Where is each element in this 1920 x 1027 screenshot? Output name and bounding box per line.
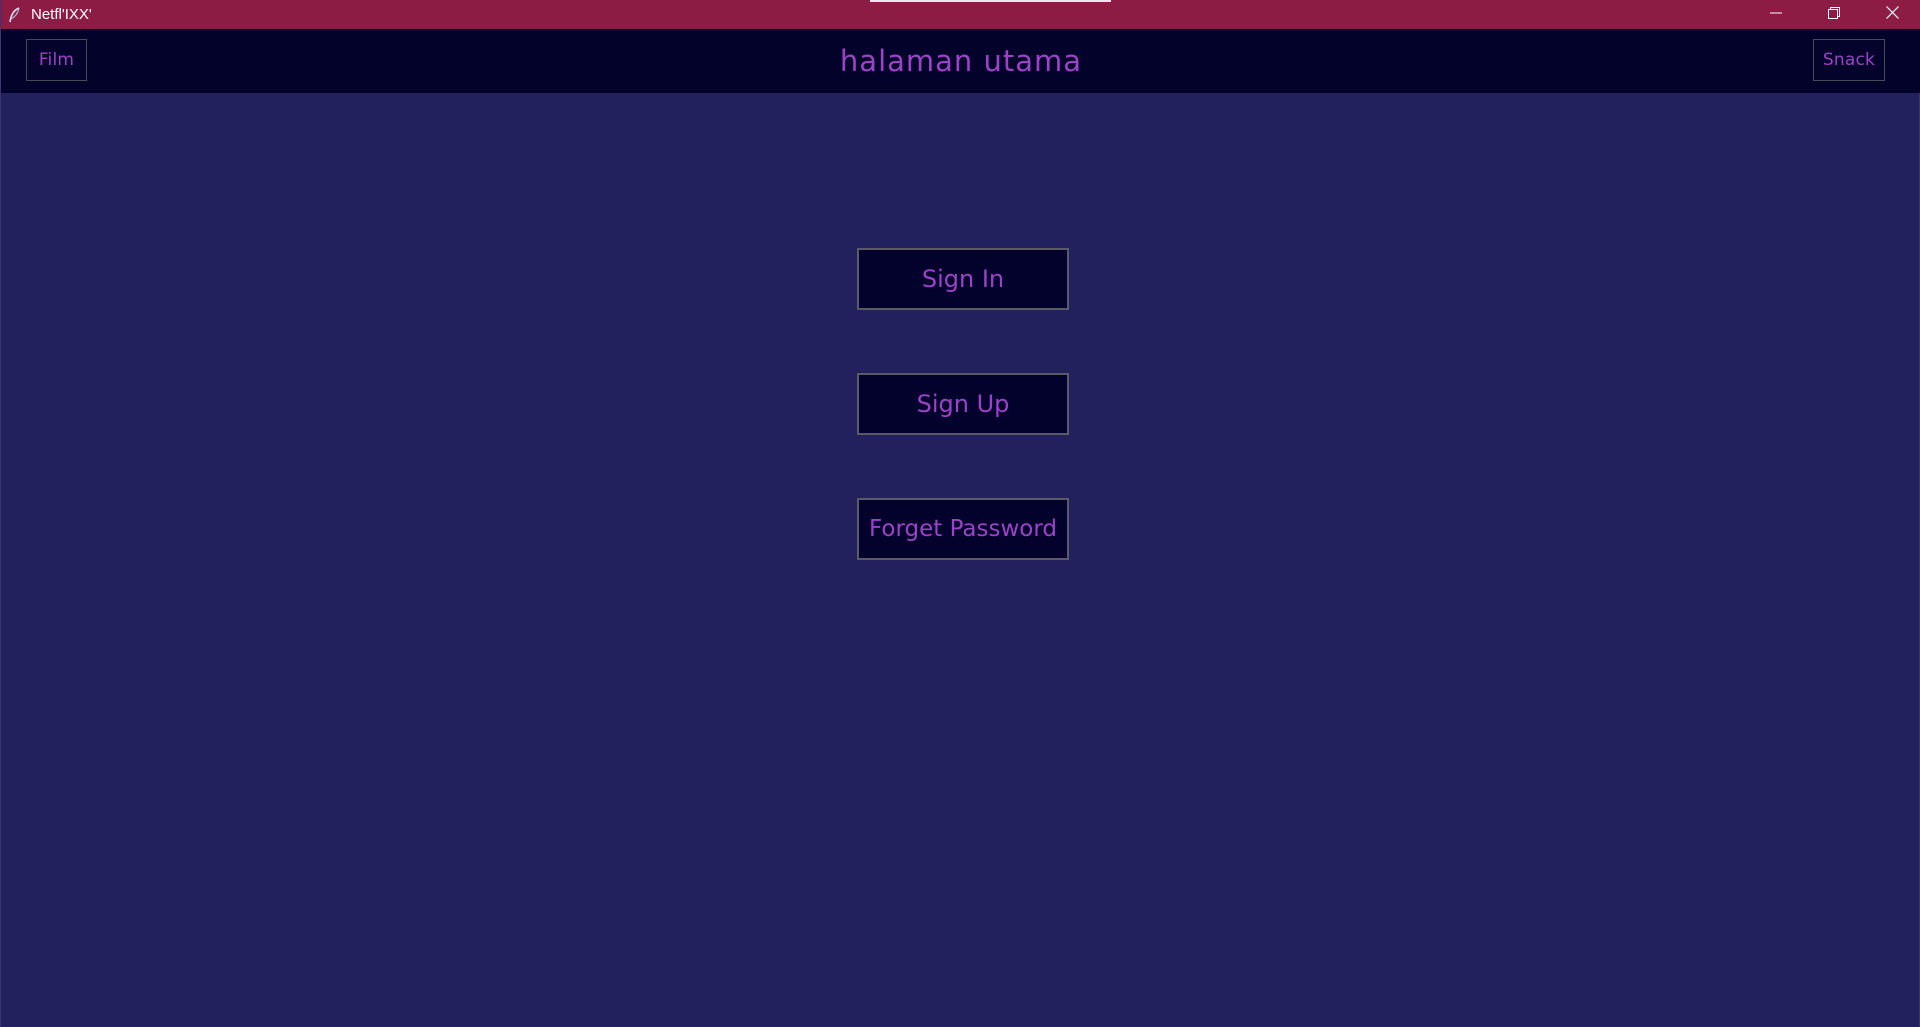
sign-up-button[interactable]: Sign Up [857, 373, 1069, 435]
close-icon [1885, 6, 1899, 23]
film-button[interactable]: Film [26, 39, 87, 81]
app-window: Netfl'IXX' halaman utama Film Snack Sign… [0, 0, 1920, 1027]
minimize-button[interactable] [1747, 0, 1805, 29]
window-title: Netfl'IXX' [31, 6, 92, 23]
sign-in-button[interactable]: Sign In [857, 248, 1069, 310]
feather-icon [7, 6, 23, 23]
forget-password-button[interactable]: Forget Password [857, 498, 1069, 560]
snack-button[interactable]: Snack [1813, 39, 1885, 81]
close-button[interactable] [1863, 0, 1920, 29]
minimize-icon [1770, 6, 1782, 23]
restore-icon [1828, 6, 1840, 23]
title-bar[interactable]: Netfl'IXX' [1, 0, 1920, 29]
page-title: halaman utama [839, 44, 1083, 78]
restore-button[interactable] [1805, 0, 1863, 29]
header-bar: halaman utama Film Snack [1, 29, 1920, 93]
window-controls [1747, 0, 1920, 29]
title-drag-indicator [870, 0, 1111, 2]
